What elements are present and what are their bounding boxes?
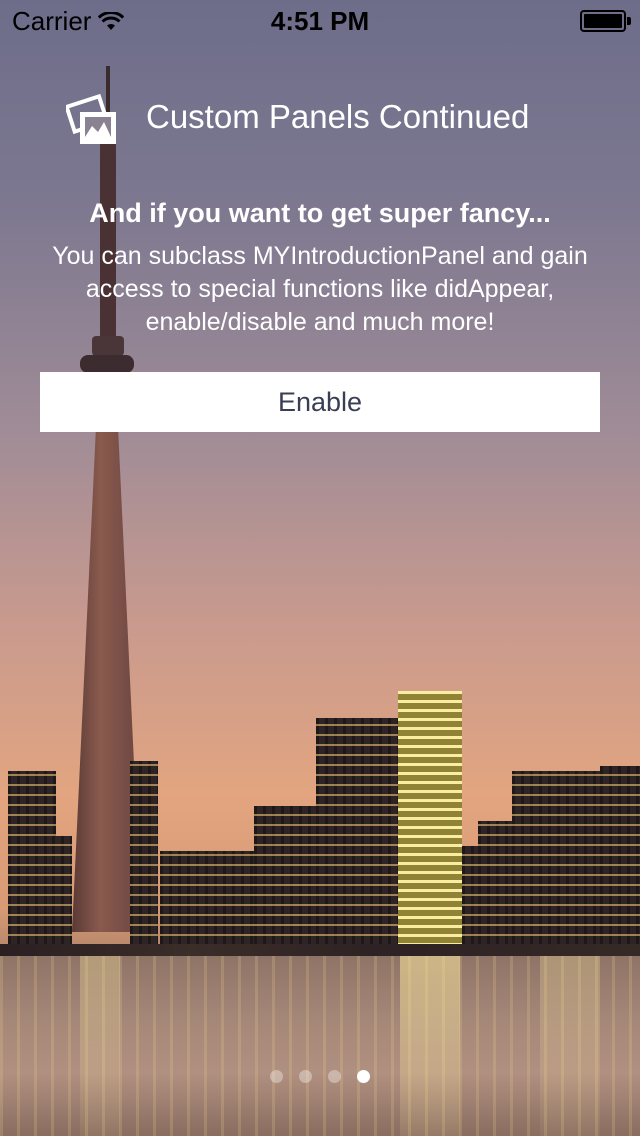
photo-icon [64, 90, 120, 146]
page-dot[interactable] [299, 1070, 312, 1084]
building [478, 821, 512, 946]
water-reflection [80, 956, 120, 1136]
tower-main-pod [80, 355, 134, 373]
enable-button[interactable]: Enable [40, 372, 600, 432]
intro-screen: Carrier 4:51 PM Custom Panels Continued … [0, 0, 640, 1136]
status-bar: Carrier 4:51 PM [0, 0, 640, 40]
battery-icon [580, 10, 631, 32]
building [160, 851, 254, 946]
building [130, 761, 158, 946]
page-dot-active[interactable] [357, 1070, 370, 1084]
building [398, 691, 462, 946]
water-reflection [540, 956, 600, 1136]
tower-skypod [92, 336, 124, 356]
building [8, 771, 56, 946]
building [254, 806, 324, 946]
water-reflection [400, 956, 460, 1136]
panel-title: Custom Panels Continued [146, 98, 530, 135]
page-control[interactable] [0, 1068, 640, 1086]
page-dot[interactable] [328, 1070, 341, 1084]
building [512, 771, 612, 946]
building [52, 836, 72, 946]
panel-headline: And if you want to get super fancy... [89, 198, 551, 228]
building [600, 766, 640, 946]
clock: 4:51 PM [270, 6, 370, 36]
page-dot[interactable] [270, 1070, 283, 1084]
panel-description: You can subclass MYIntroductionPanel and… [52, 242, 588, 336]
